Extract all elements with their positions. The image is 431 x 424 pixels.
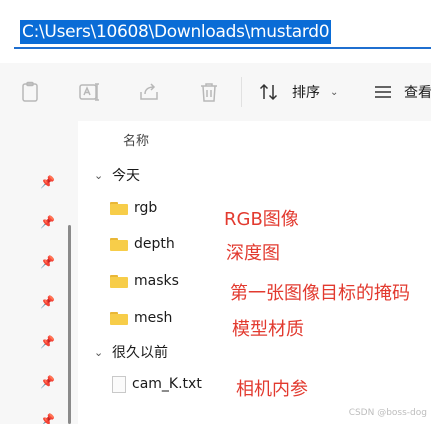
group-header-long-ago[interactable]: ⌄ 很久以前 bbox=[94, 342, 168, 362]
column-header-name[interactable]: 名称 bbox=[123, 130, 149, 149]
group-header-today[interactable]: ⌄ 今天 bbox=[94, 165, 140, 185]
view-label: 查看 bbox=[404, 85, 431, 101]
pin-icon[interactable]: 📌 bbox=[40, 335, 55, 349]
pin-icon[interactable]: 📌 bbox=[40, 295, 55, 309]
toolbar-separator bbox=[241, 77, 242, 107]
annotation-cam-k: 相机内参 bbox=[236, 379, 308, 400]
annotation-mesh: 模型材质 bbox=[232, 319, 304, 340]
chevron-down-icon: ⌄ bbox=[94, 168, 104, 182]
view-list-icon bbox=[375, 86, 391, 98]
sort-icon bbox=[259, 83, 278, 101]
file-view: 📌 📌 📌 📌 📌 📌 📌 名称 ⌄ 今天 rgb depth masks me… bbox=[0, 121, 431, 424]
pin-icon[interactable]: 📌 bbox=[40, 413, 55, 424]
watermark: CSDN @boss-dog bbox=[348, 408, 427, 418]
rename-icon[interactable] bbox=[77, 80, 101, 104]
delete-icon[interactable] bbox=[197, 80, 221, 104]
folder-icon bbox=[110, 237, 128, 251]
item-name: mesh bbox=[134, 310, 173, 326]
navigation-pane: 📌 📌 📌 📌 📌 📌 📌 bbox=[0, 121, 78, 424]
text-file-icon bbox=[112, 375, 126, 393]
item-name: cam_K.txt bbox=[132, 376, 202, 392]
annotation-masks: 第一张图像目标的掩码 bbox=[230, 283, 410, 304]
pin-icon[interactable]: 📌 bbox=[40, 175, 55, 189]
navigation-scrollbar[interactable] bbox=[68, 225, 71, 424]
annotation-depth: 深度图 bbox=[226, 243, 280, 264]
list-item-rgb[interactable]: rgb bbox=[110, 197, 157, 219]
clipboard-icon[interactable] bbox=[18, 80, 42, 104]
folder-icon bbox=[110, 201, 128, 215]
pin-icon[interactable]: 📌 bbox=[40, 375, 55, 389]
pin-icon[interactable]: 📌 bbox=[40, 255, 55, 269]
command-toolbar: 排序 ⌄ 查看 bbox=[0, 63, 431, 121]
list-item-depth[interactable]: depth bbox=[110, 233, 175, 255]
item-name: rgb bbox=[134, 200, 158, 216]
pin-icon[interactable]: 📌 bbox=[40, 215, 55, 229]
annotation-rgb: RGB图像 bbox=[224, 209, 299, 230]
list-item-masks[interactable]: masks bbox=[110, 270, 179, 292]
view-button[interactable]: 查看 bbox=[372, 77, 431, 107]
sort-button[interactable]: 排序 ⌄ bbox=[258, 77, 338, 107]
item-name: masks bbox=[134, 273, 179, 289]
address-focus-underline bbox=[14, 47, 431, 49]
list-item-mesh[interactable]: mesh bbox=[110, 307, 172, 329]
sort-label: 排序 bbox=[292, 85, 320, 101]
address-path-input[interactable]: C:\Users\10608\Downloads\mustard0 bbox=[20, 20, 332, 44]
chevron-down-icon: ⌄ bbox=[94, 345, 104, 359]
chevron-down-icon: ⌄ bbox=[330, 86, 339, 98]
group-label: 很久以前 bbox=[112, 345, 168, 361]
item-name: depth bbox=[134, 236, 175, 252]
share-icon[interactable] bbox=[137, 80, 161, 104]
group-label: 今天 bbox=[112, 168, 140, 184]
folder-icon bbox=[110, 311, 128, 325]
address-bar: C:\Users\10608\Downloads\mustard0 bbox=[0, 0, 431, 63]
list-item-cam-k[interactable]: cam_K.txt bbox=[110, 373, 202, 395]
folder-icon bbox=[110, 274, 128, 288]
